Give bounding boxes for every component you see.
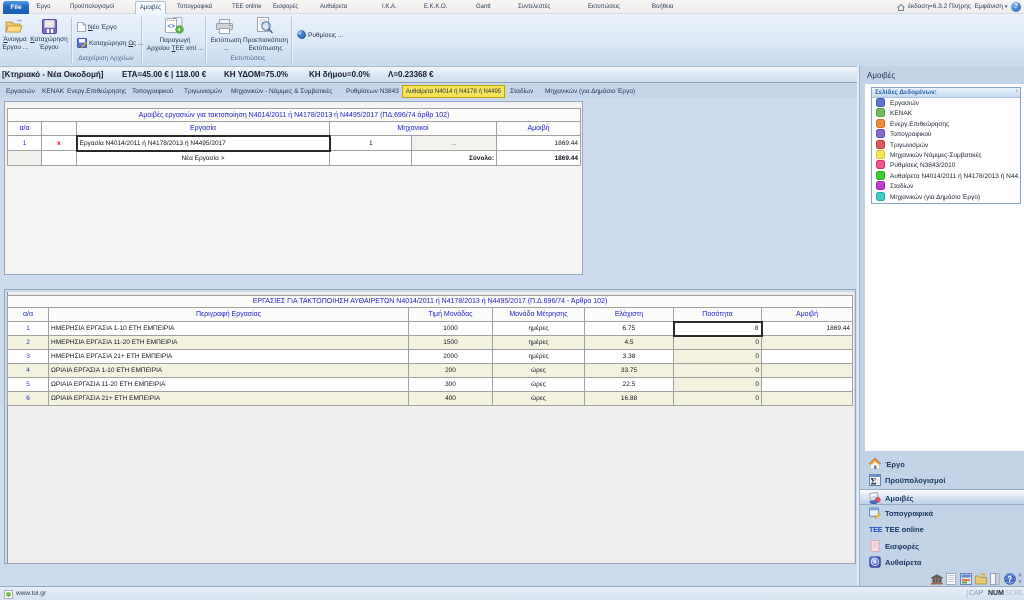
svg-text:<>: <>	[167, 23, 175, 30]
svg-text:?: ?	[1007, 575, 1012, 584]
svg-text:Σ: Σ	[871, 477, 877, 487]
